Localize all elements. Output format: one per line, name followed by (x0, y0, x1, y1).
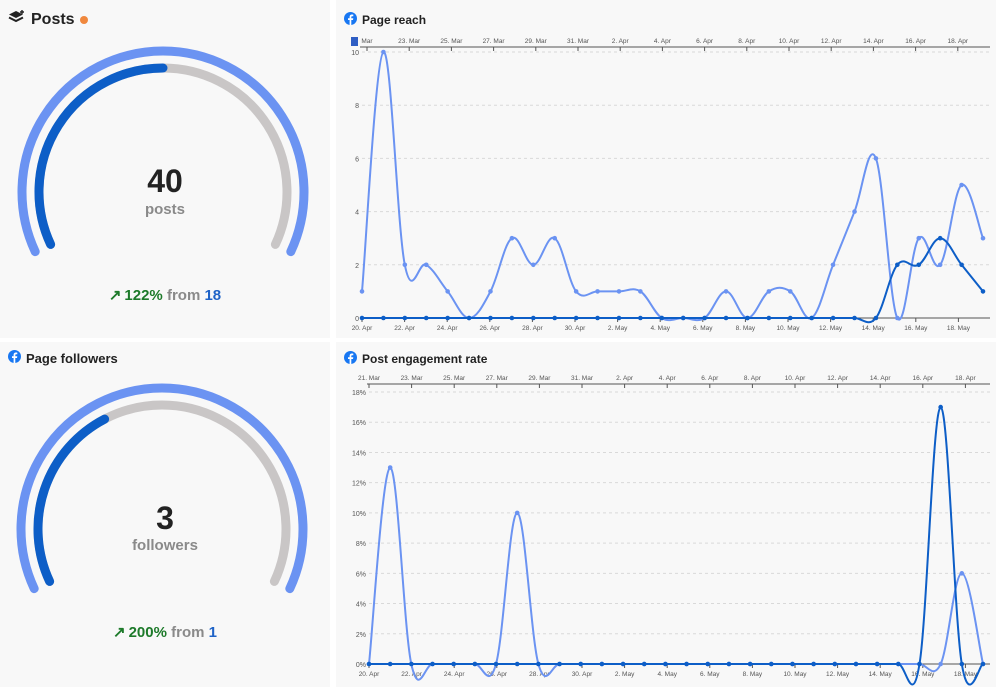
posts-delta: ↗ 122% from 18 (0, 286, 330, 304)
page-reach-title-text: Page reach (362, 13, 427, 27)
gauge-outer-arc (16, 383, 308, 594)
posts-delta-pct: 122% (124, 287, 163, 304)
followers-delta: ↗ 200% from 1 (0, 623, 330, 641)
followers-previous: 1 (208, 624, 217, 641)
gauge-track-arc (33, 400, 291, 586)
trend-up-icon: ↗ (113, 624, 126, 641)
trend-up-icon: ↗ (108, 287, 122, 304)
facebook-icon (344, 351, 357, 367)
page-reach-panel: Page reach (336, 0, 996, 338)
posts-panel: Posts 40 posts ↗ 122% from 18 (0, 0, 330, 338)
engagement-title: Post engagement rate (344, 351, 487, 367)
posts-previous: 18 (204, 287, 222, 304)
posts-from-label: from (166, 287, 201, 304)
gauge-outer-arc (17, 46, 309, 257)
followers-delta-pct: 200% (128, 624, 167, 641)
followers-from-label: from (171, 624, 205, 641)
posts-value: 40 (147, 163, 183, 199)
engagement-title-text: Post engagement rate (362, 352, 488, 366)
followers-panel: Page followers 3 followers ↗ 200% from 1 (0, 342, 330, 687)
facebook-icon (344, 12, 357, 28)
engagement-panel: Post engagement rate (336, 342, 996, 687)
followers-value: 3 (156, 500, 174, 536)
followers-unit: followers (132, 537, 198, 554)
page-reach-title: Page reach (344, 12, 426, 28)
posts-unit: posts (144, 201, 185, 218)
